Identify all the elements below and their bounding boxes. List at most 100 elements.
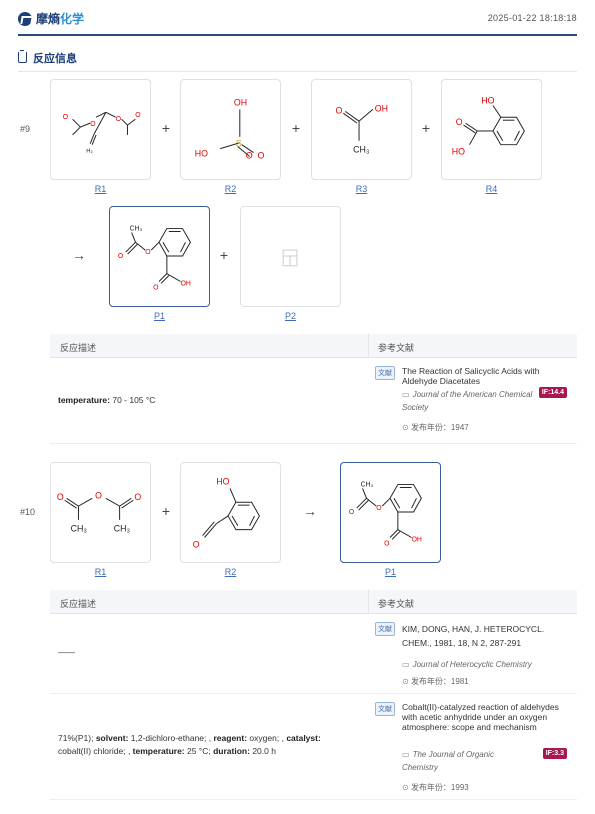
journal-name: ▭ Journal of the American Chemical Societ… [402, 388, 542, 414]
reference-title[interactable]: The Reaction of Salicyclic Acids with Al… [402, 366, 567, 386]
atom-label: O [145, 249, 150, 256]
journal-name: ▭ The Journal of Organic Chemistry [402, 748, 532, 774]
atom-label: OH [375, 103, 388, 113]
atom-label: O [95, 490, 102, 500]
column-header-description: 反应描述 [60, 599, 97, 609]
condition-label: reagent: [213, 733, 248, 743]
molecule-r2[interactable]: HO O [180, 462, 281, 563]
structure-diagram: HO O HO [452, 96, 525, 156]
reaction-number: #10 [20, 507, 36, 517]
molecule-r1[interactable]: O O O O H₂ [50, 79, 151, 180]
atom-label: O [135, 112, 140, 119]
condition-value: oxygen; [249, 733, 280, 743]
journal-text: Journal of the American Chemical Society [402, 390, 533, 412]
placeholder-icon [282, 249, 298, 267]
plus-sign: + [161, 503, 171, 519]
column-header-reference: 参考文献 [378, 343, 415, 353]
journal-icon: ▭ [402, 390, 410, 399]
atom-label: O [134, 492, 141, 502]
clock-icon: ⊙ [402, 423, 411, 432]
atom-label: OH [234, 97, 247, 107]
plus-sign: + [421, 120, 431, 136]
clock-icon: ⊙ [402, 677, 411, 686]
reaction-arrow: → [303, 503, 317, 519]
atom-label: HO [452, 146, 465, 156]
molecule-label-r3[interactable]: R3 [311, 184, 412, 194]
molecule-p1[interactable]: CH₃ O O O OH [109, 206, 210, 307]
reference-entry: 文献 Cobalt(II)-catalyzed reaction of alde… [375, 702, 575, 798]
molecule-r4[interactable]: HO O HO [441, 79, 542, 180]
structure-diagram: HO O [193, 477, 260, 549]
reaction-description: —— [58, 647, 75, 657]
atom-label: O [349, 509, 354, 516]
molecule-label-p1[interactable]: P1 [109, 311, 210, 321]
section-header: 反应信息 [18, 44, 577, 72]
reference-title[interactable]: Cobalt(II)-catalyzed reaction of aldehyd… [402, 702, 567, 732]
impact-factor-badge: IF:14.4 [538, 387, 567, 398]
atom-label: O [193, 539, 200, 549]
reaction-description: 71%(P1); solvent: 1,2-dichloro-ethane; ,… [58, 733, 321, 756]
atom-label: H₂ [86, 149, 93, 155]
page-header: 摩熵 化学 2025-01-22 18:18:18 [18, 8, 577, 36]
atom-label: S [236, 139, 242, 149]
journal-text: The Journal of Organic Chemistry [402, 750, 494, 772]
molecule-r1[interactable]: O O O CH₃ CH₃ [50, 462, 151, 563]
publication-year: ⊙ 发布年份：1993 [402, 782, 469, 793]
logo[interactable]: 摩熵 化学 [18, 10, 84, 27]
molecule-label-p2[interactable]: P2 [240, 311, 341, 321]
reference-entry: 文献 The Reaction of Salicyclic Acids with… [375, 366, 575, 441]
journal-icon: ▭ [402, 660, 410, 669]
publication-year: ⊙ 发布年份：1981 [402, 676, 469, 687]
journal-name: ▭ Journal of Heterocyclic Chemistry [402, 658, 572, 671]
molecule-label-r2[interactable]: R2 [180, 184, 281, 194]
condition-label: solvent: [95, 733, 129, 743]
atom-label: OH [181, 280, 191, 287]
structure-diagram: CH₃ O O O OH [118, 226, 191, 291]
atom-label: O [336, 105, 343, 115]
molecule-p1[interactable]: CH₃ O O O OH [340, 462, 441, 563]
structure-diagram: OH HO S O O [195, 97, 265, 160]
flask-icon [18, 50, 27, 63]
molecule-label-p1[interactable]: P1 [340, 567, 441, 577]
logo-text-light: 化学 [60, 12, 85, 26]
molecule-r3[interactable]: OH O CH₃ [311, 79, 412, 180]
condition-value: 20.0 h [252, 746, 276, 756]
structure-diagram: O O O CH₃ CH₃ [57, 490, 141, 534]
plus-sign: + [291, 120, 301, 136]
logo-text-dark: 摩熵 [36, 12, 61, 26]
literature-tag: 文献 [375, 702, 395, 716]
reaction-table: 反应描述 参考文献 —— 文献 KIM, DONG, HAN, J. HETER… [50, 590, 577, 800]
reference-title[interactable]: KIM, DONG, HAN, J. HETEROCYCL. CHEM., 19… [402, 622, 567, 650]
structure-diagram: CH₃ O O O OH [349, 482, 422, 547]
atom-label: O [90, 121, 95, 128]
atom-label: O [63, 114, 68, 121]
molecule-label-r1[interactable]: R1 [50, 184, 151, 194]
atom-label: CH₃ [130, 226, 143, 233]
atom-label: CH₃ [114, 524, 131, 534]
reaction-table: 反应描述 参考文献 temperature: 70 - 105 °C 文献 Th… [50, 334, 577, 444]
atom-label: O [456, 117, 463, 127]
molecule-p2[interactable] [240, 206, 341, 307]
logo-icon [18, 11, 32, 26]
structure-diagram: O O O O H₂ [63, 111, 141, 155]
column-divider [368, 334, 369, 358]
atom-label: O [384, 540, 389, 547]
molecule-r2[interactable]: OH HO S O O [180, 79, 281, 180]
column-header-description: 反应描述 [60, 343, 97, 353]
publication-year: ⊙ 发布年份：1947 [402, 422, 469, 433]
atom-label: HO [481, 96, 494, 106]
atom-label: HO [195, 148, 208, 158]
table-header: 反应描述 参考文献 [50, 590, 577, 614]
column-divider [368, 590, 369, 614]
molecule-label-r4[interactable]: R4 [441, 184, 542, 194]
condition-value: 70 - 105 °C [112, 395, 156, 405]
table-header: 反应描述 参考文献 [50, 334, 577, 358]
table-row: 71%(P1); solvent: 1,2-dichloro-ethane; ,… [50, 694, 577, 800]
atom-label: OH [412, 536, 422, 543]
molecule-label-r2[interactable]: R2 [180, 567, 281, 577]
journal-text: Journal of Heterocyclic Chemistry [412, 660, 532, 669]
molecule-label-r1[interactable]: R1 [50, 567, 151, 577]
condition-value: 1,2-dichloro-ethane; [130, 733, 207, 743]
yield-value: 71%(P1); [58, 733, 94, 743]
column-header-reference: 参考文献 [378, 599, 415, 609]
